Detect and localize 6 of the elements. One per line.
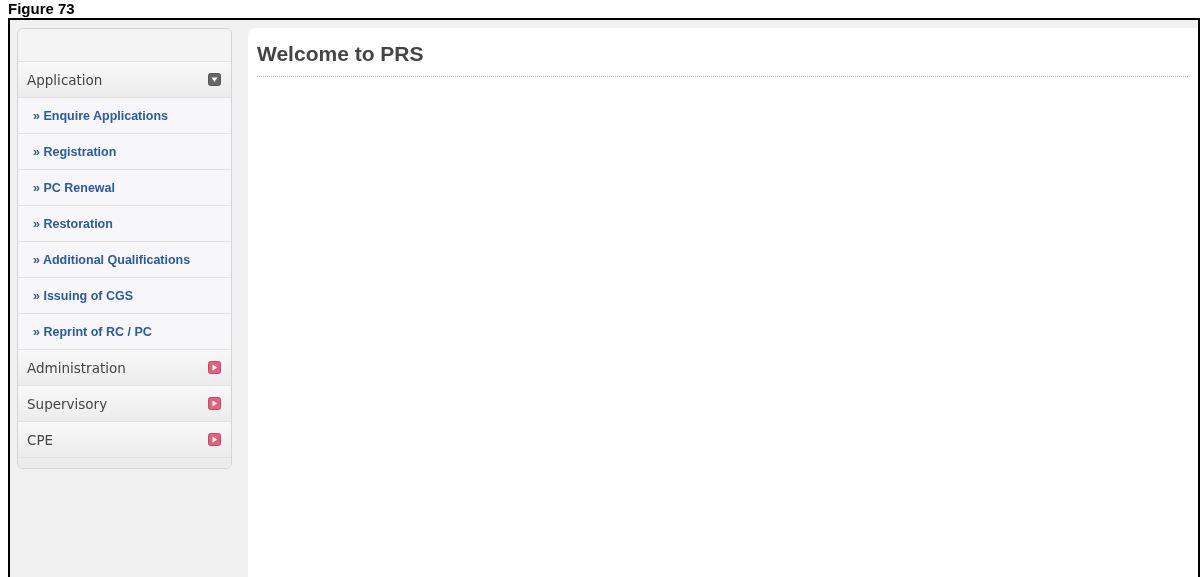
expand-icon[interactable] [208,397,221,410]
page-title: Welcome to PRS [257,42,1188,77]
figure-caption: Figure 73 [7,0,76,18]
expand-icon[interactable] [208,433,221,446]
expand-icon[interactable] [208,361,221,374]
collapse-icon[interactable] [208,73,221,86]
